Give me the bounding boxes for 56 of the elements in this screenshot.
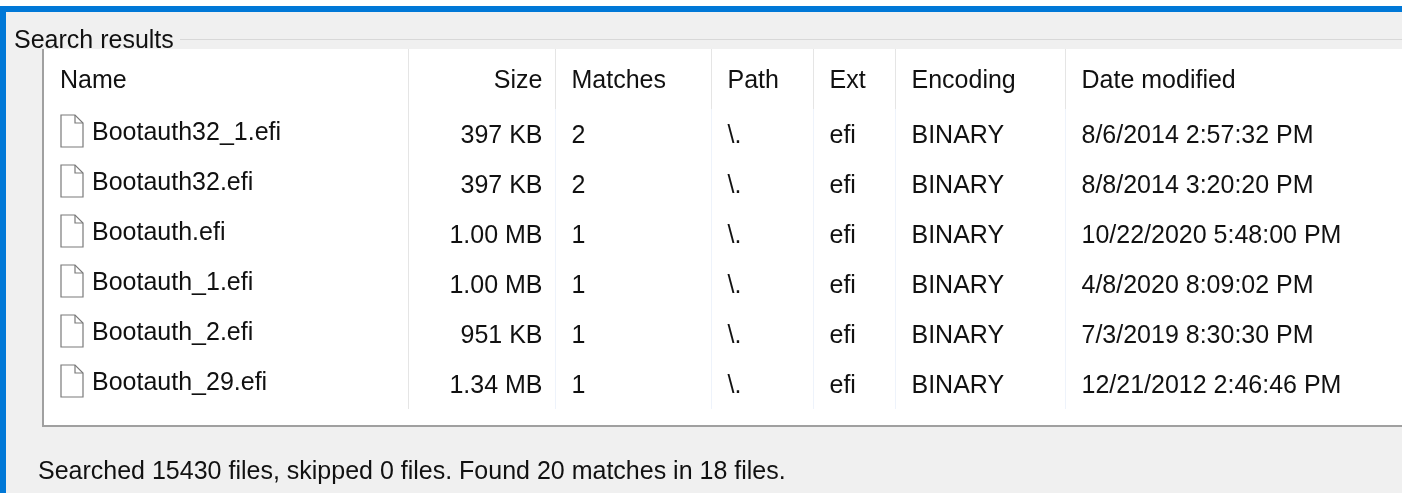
table-cell: 397 KB [460, 119, 543, 148]
file-name[interactable]: Bootauth.efi [92, 216, 226, 246]
table-cell: 1 [571, 319, 586, 348]
table-cell: 1.34 MB [449, 369, 543, 398]
table-cell: 397 KB [460, 169, 543, 198]
table-cell: \. [727, 319, 742, 348]
table-cell: 1.00 MB [449, 269, 543, 298]
file-icon [60, 314, 84, 348]
table-cell: BINARY [911, 269, 1005, 298]
table-cell: 7/3/2019 8:30:30 PM [1081, 319, 1314, 348]
file-icon [60, 114, 84, 148]
column-header[interactable]: Name [44, 49, 408, 109]
table-cell: BINARY [911, 119, 1005, 148]
column-header[interactable]: Date modified [1065, 49, 1402, 109]
file-name[interactable]: Bootauth_29.efi [92, 366, 268, 396]
file-icon [60, 164, 84, 198]
table-cell: efi [829, 169, 856, 198]
column-header[interactable]: Matches [555, 49, 711, 109]
table-cell: BINARY [911, 219, 1005, 248]
table-cell: 4/8/2020 8:09:02 PM [1081, 269, 1314, 298]
status-text: Searched 15430 files, skipped 0 files. Found 20 matches in 18 files. [37, 455, 787, 485]
column-header[interactable]: Encoding [895, 49, 1065, 109]
table-cell: 2 [571, 169, 586, 198]
table-cell: efi [829, 119, 856, 148]
file-icon [60, 364, 84, 398]
file-name[interactable]: Bootauth32_1.efi [92, 116, 282, 146]
table-cell: efi [829, 269, 856, 298]
table-cell: BINARY [911, 169, 1005, 198]
table-cell: 12/21/2012 2:46:46 PM [1081, 369, 1342, 398]
table-cell: 8/6/2014 2:57:32 PM [1081, 119, 1314, 148]
table-cell: \. [727, 269, 742, 298]
table-cell: \. [727, 119, 742, 148]
file-name[interactable]: Bootauth_1.efi [92, 266, 254, 296]
table-cell: 8/8/2014 3:20:20 PM [1081, 169, 1314, 198]
column-header[interactable]: Size [408, 49, 555, 109]
table-cell: efi [829, 219, 856, 248]
table-cell: \. [727, 219, 742, 248]
table-cell: \. [727, 169, 742, 198]
column-header[interactable]: Ext [813, 49, 895, 109]
table-cell: efi [829, 319, 856, 348]
table-cell: 951 KB [460, 319, 543, 348]
table-cell: \. [727, 369, 742, 398]
table-cell: BINARY [911, 369, 1005, 398]
table-cell: 1.00 MB [449, 219, 543, 248]
column-header[interactable]: Path [711, 49, 813, 109]
table-cell: efi [829, 369, 856, 398]
table-cell: 1 [571, 369, 586, 398]
table-cell: 1 [571, 219, 586, 248]
table-cell: 10/22/2020 5:48:00 PM [1081, 219, 1342, 248]
file-icon [60, 214, 84, 248]
file-name[interactable]: Bootauth_2.efi [92, 316, 254, 346]
file-icon [60, 264, 84, 298]
file-name[interactable]: Bootauth32.efi [92, 166, 254, 196]
table-cell: BINARY [911, 319, 1005, 348]
table-cell: 1 [571, 269, 586, 298]
table-cell: 2 [571, 119, 586, 148]
